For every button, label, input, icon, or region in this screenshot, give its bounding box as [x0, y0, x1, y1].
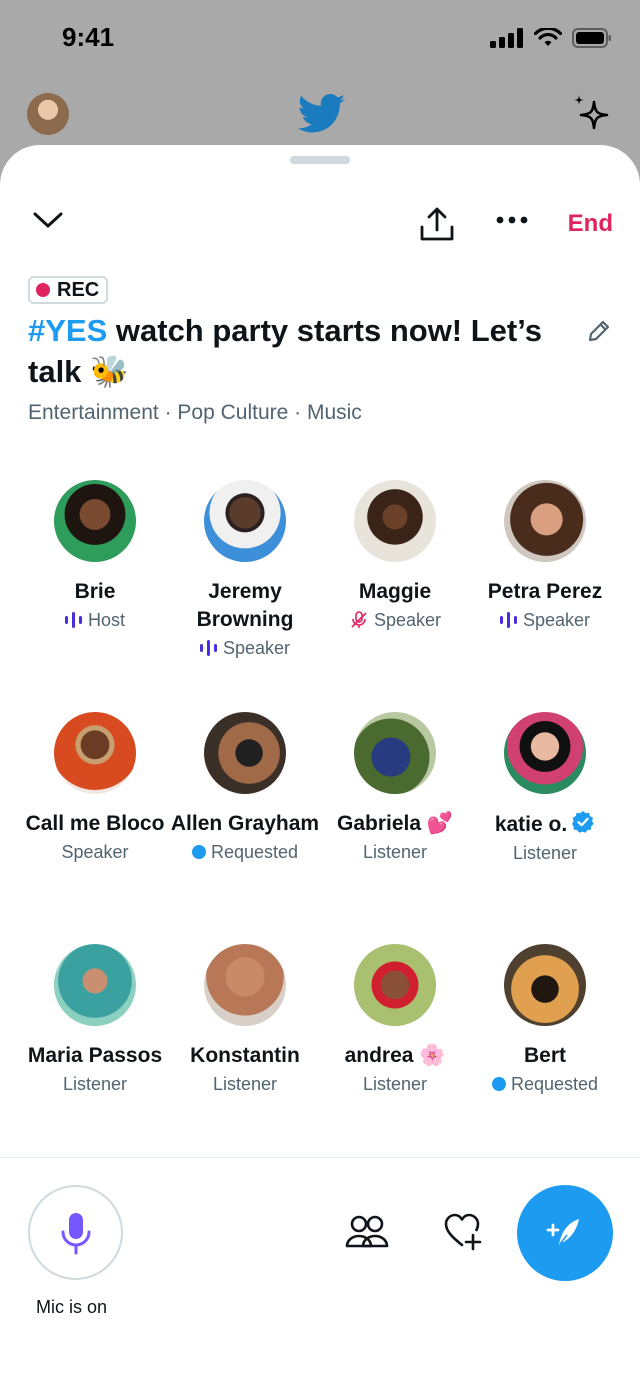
rec-label: REC	[57, 278, 100, 301]
account-avatar[interactable]	[27, 93, 69, 135]
participant-konstantin[interactable]: Konstantin Listener	[170, 944, 320, 1098]
avatar	[354, 480, 436, 562]
role-text: Listener	[512, 843, 578, 863]
role-text: Host	[87, 610, 125, 630]
signal-icon	[490, 28, 523, 48]
participant-role: Listener	[20, 1070, 170, 1098]
participant-name: andrea 🌸	[344, 1044, 446, 1067]
participant-katie-o[interactable]: katie o. Listener	[470, 712, 620, 867]
role-text: Listener	[62, 1074, 128, 1094]
participant-name: Gabriela 💕	[336, 812, 454, 835]
participant-role: Host	[20, 606, 170, 634]
space-title: #YES watch party starts now! Let’s talk …	[28, 310, 548, 392]
speaking-bars-icon	[499, 612, 517, 628]
participant-role: Listener	[320, 838, 470, 866]
status-time: 9:41	[62, 22, 115, 52]
bottom-divider	[0, 1157, 640, 1158]
participant-name: Maria Passos	[27, 1044, 163, 1067]
participant-name: Bert	[523, 1044, 566, 1067]
participant-name: Konstantin	[190, 1044, 300, 1067]
participant-maggie[interactable]: Maggie Speaker	[320, 480, 470, 634]
participant-allen-grayham[interactable]: Allen Grayham Requested	[170, 712, 320, 866]
participant-role: Listener	[470, 839, 620, 867]
role-text: Speaker	[61, 842, 129, 862]
participant-gabriela[interactable]: Gabriela 💕 Listener	[320, 712, 470, 866]
participant-role: Listener	[170, 1070, 320, 1098]
participant-name: Maggie	[358, 580, 432, 603]
role-text: Requested	[510, 1074, 599, 1094]
mic-button[interactable]	[28, 1185, 123, 1280]
participant-bert[interactable]: Bert Requested	[470, 944, 620, 1098]
speaking-bars-icon	[199, 640, 217, 656]
participant-maria-passos[interactable]: Maria Passos Listener	[20, 944, 170, 1098]
status-bar: 9:41	[0, 0, 640, 80]
chevron-down-icon[interactable]	[32, 209, 64, 231]
people-icon[interactable]	[345, 1215, 389, 1249]
end-button[interactable]: End	[568, 210, 613, 238]
share-icon[interactable]	[418, 205, 456, 243]
mic-status-label: Mic is on	[36, 1297, 108, 1317]
participant-name: katie o.	[470, 810, 620, 839]
avatar	[54, 480, 136, 562]
participant-name: Call me Bloco	[25, 812, 165, 835]
more-icon[interactable]	[496, 215, 528, 225]
role-text: Listener	[362, 1074, 428, 1094]
participant-role: Requested	[470, 1070, 620, 1098]
battery-icon	[572, 28, 611, 48]
role-text: Speaker	[373, 610, 442, 630]
twitter-bird-icon	[298, 94, 346, 133]
avatar	[354, 712, 436, 794]
compose-button[interactable]	[517, 1185, 613, 1281]
avatar	[354, 944, 436, 1026]
verified-badge-icon	[572, 811, 594, 833]
space-topics: Entertainment · Pop Culture · Music	[28, 401, 362, 424]
avatar	[504, 944, 586, 1026]
participant-petra-perez[interactable]: Petra Perez Speaker	[470, 480, 620, 634]
participant-andrea[interactable]: andrea 🌸 Listener	[320, 944, 470, 1098]
avatar	[204, 944, 286, 1026]
sheet-grabber[interactable]	[290, 156, 350, 164]
participant-name: Petra Perez	[487, 580, 603, 603]
role-text: Listener	[362, 842, 428, 862]
rec-dot	[36, 283, 50, 297]
status-icons	[490, 28, 612, 48]
role-text: Listener	[212, 1074, 278, 1094]
requested-dot	[191, 845, 206, 859]
edit-icon[interactable]	[586, 318, 612, 344]
space-sheet: End REC #YES watch party starts now! Let…	[0, 145, 640, 1386]
avatar	[504, 712, 586, 794]
heart-plus-icon[interactable]	[444, 1213, 484, 1251]
wifi-icon	[534, 28, 562, 46]
participant-name: Allen Grayham	[170, 812, 320, 835]
avatar	[504, 480, 586, 562]
participant-role: Speaker	[20, 838, 170, 866]
mic-icon	[61, 1212, 90, 1254]
mic-muted-icon	[351, 611, 367, 628]
compose-icon	[546, 1219, 579, 1245]
avatar	[54, 712, 136, 794]
participant-name: Brie	[74, 580, 116, 603]
avatar	[54, 944, 136, 1026]
participant-role: Speaker	[170, 634, 320, 662]
title-hashtag[interactable]: #YES	[28, 313, 107, 348]
participant-role: Listener	[320, 1070, 470, 1098]
participant-role: Speaker	[320, 606, 470, 634]
participant-role: Speaker	[470, 606, 620, 634]
requested-dot	[491, 1077, 506, 1091]
name-text: katie o.	[494, 813, 568, 836]
role-text: Requested	[210, 842, 299, 862]
speaking-bars-icon	[64, 612, 82, 628]
rec-badge: REC	[28, 276, 109, 304]
participant-jeremy-browning[interactable]: Jeremy Browning Speaker	[170, 480, 320, 662]
participant-brie[interactable]: Brie Host	[20, 480, 170, 634]
role-text: Speaker	[522, 610, 591, 630]
sparkle-icon[interactable]	[570, 92, 614, 136]
participant-call-me-bloco[interactable]: Call me Bloco Speaker	[20, 712, 170, 866]
sheet-header: End	[0, 201, 640, 251]
avatar	[204, 480, 286, 562]
role-text: Speaker	[222, 638, 291, 658]
avatar	[204, 712, 286, 794]
participant-name: Jeremy Browning	[196, 580, 294, 631]
participant-role: Requested	[170, 838, 320, 866]
